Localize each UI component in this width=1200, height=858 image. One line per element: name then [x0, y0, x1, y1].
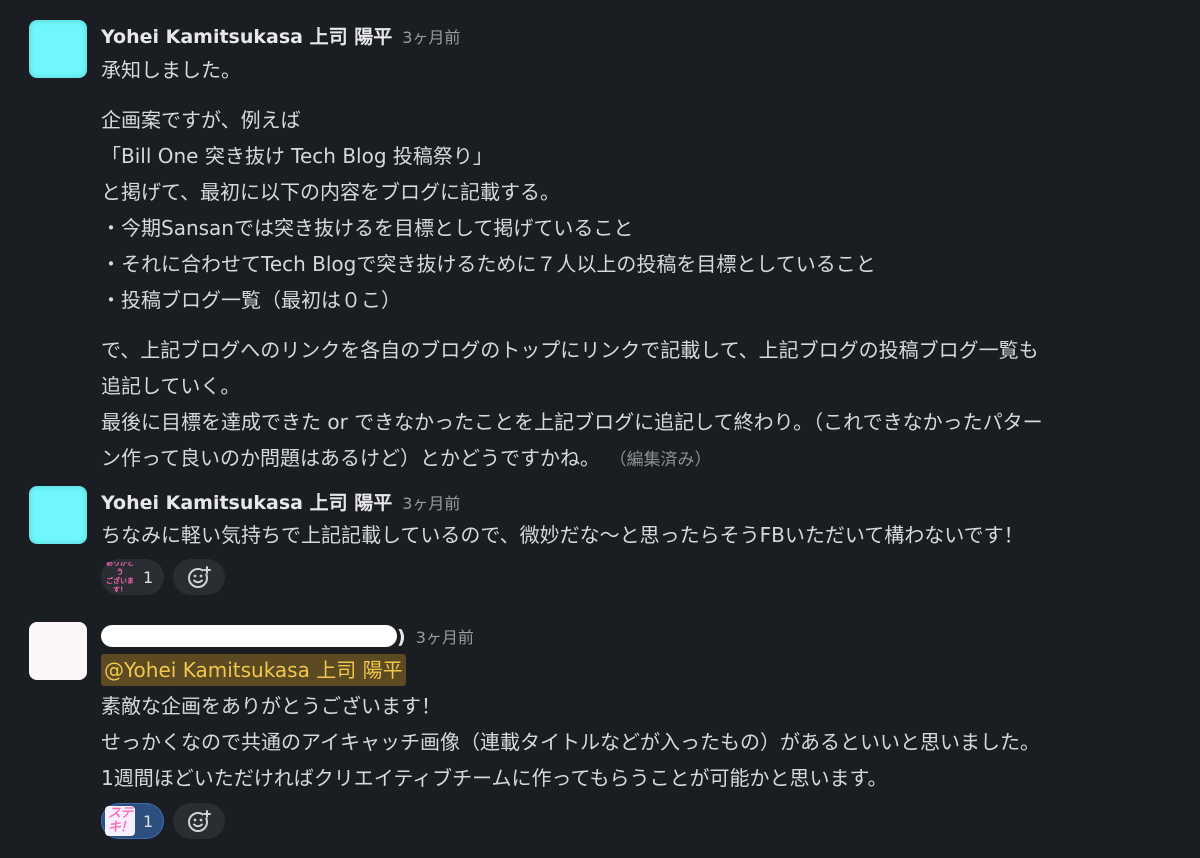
message-line: ・それに合わせてTech Blogで突き抜けるために７人以上の投稿を目標としてい… — [101, 252, 876, 276]
suteki-emoji-icon: ステキ！ — [105, 806, 135, 836]
message-line: 承知しました。 — [101, 58, 241, 82]
avatar[interactable] — [29, 486, 87, 544]
message-line: と掲げて、最初に以下の内容をブログに記載する。 — [101, 180, 560, 204]
message-line: ・今期Sansanでは突き抜けるを目標として掲げていること — [101, 216, 634, 240]
timestamp[interactable]: 3ヶ月前 — [402, 494, 460, 513]
user-mention[interactable]: @Yohei Kamitsukasa 上司 陽平 — [101, 654, 406, 686]
message-line: ・投稿ブログ一覧（最初は０こ） — [101, 288, 401, 312]
message-line: 素敵な企画をありがとうございます！ — [101, 694, 441, 718]
avatar[interactable] — [29, 622, 87, 680]
message-body: 承知しました。 企画案ですが、例えば 「Bill One 突き抜け Tech B… — [101, 52, 1180, 476]
reaction-suteki[interactable]: ステキ！ 1 — [101, 803, 165, 839]
message-body: @Yohei Kamitsukasa 上司 陽平 素敵な企画をありがとうございま… — [101, 652, 1180, 796]
reaction-bar: ありがとう ございます！ 1 — [101, 559, 226, 595]
reaction-count: 1 — [143, 811, 154, 831]
message-line: 追記していく。 — [101, 374, 241, 398]
reaction-thanks[interactable]: ありがとう ございます！ 1 — [101, 559, 165, 595]
edited-label: （編集済み） — [618, 450, 712, 470]
message-line: @Yohei Kamitsukasa 上司 陽平 — [101, 652, 1180, 688]
message-header: ) 3ヶ月前 — [101, 624, 474, 650]
message-line: 1週間ほどいただければクリエイティブチームに作ってもらうことが可能かと思います。 — [101, 766, 888, 790]
add-reaction-icon — [188, 566, 212, 588]
message-line: ちなみに軽い気持ちで上記記載しているので、微妙だな〜と思ったらそうFBいただいて… — [101, 523, 1024, 547]
add-reaction-button[interactable] — [173, 803, 226, 839]
reaction-count: 1 — [143, 567, 154, 587]
timestamp[interactable]: 3ヶ月前 — [416, 628, 474, 647]
message-line: で、上記ブログへのリンクを各自のブログのトップにリンクで記載して、上記ブログの投… — [101, 338, 1039, 362]
author-name-suffix: ) — [397, 626, 406, 648]
emoji-text: ありがとう — [106, 562, 134, 576]
add-reaction-button[interactable] — [173, 559, 226, 595]
author-name[interactable]: Yohei Kamitsukasa 上司 陽平 — [101, 26, 392, 48]
message-text: ン作って良いのか問題はあるけど）とかどうですかね。 — [101, 446, 600, 470]
emoji-text: ございます！ — [106, 577, 134, 592]
add-reaction-icon — [188, 810, 212, 832]
author-name[interactable]: Yohei Kamitsukasa 上司 陽平 — [101, 492, 392, 514]
timestamp[interactable]: 3ヶ月前 — [402, 28, 460, 47]
message-header: Yohei Kamitsukasa 上司 陽平 3ヶ月前 — [101, 22, 460, 49]
message-line: せっかくなので共通のアイキャッチ画像（連載タイトルなどが入ったもの）があるといい… — [101, 730, 1040, 754]
message-line: 企画案ですが、例えば — [101, 108, 301, 132]
message-body: ちなみに軽い気持ちで上記記載しているので、微妙だな〜と思ったらそうFBいただいて… — [101, 517, 1180, 553]
message-line: 「Bill One 突き抜け Tech Blog 投稿祭り」 — [101, 144, 493, 168]
thanks-emoji-icon: ありがとう ございます！ — [105, 562, 135, 592]
reaction-bar: ステキ！ 1 — [101, 803, 226, 839]
message-line: 最後に目標を達成できた or できなかったことを上記ブログに追記して終わり。（こ… — [101, 410, 1043, 434]
message-line-last: ン作って良いのか問題はあるけど）とかどうですかね。 （編集済み） — [101, 440, 1180, 476]
redacted-author-name[interactable] — [101, 624, 397, 647]
message-header: Yohei Kamitsukasa 上司 陽平 3ヶ月前 — [101, 488, 460, 515]
avatar[interactable] — [29, 20, 87, 78]
